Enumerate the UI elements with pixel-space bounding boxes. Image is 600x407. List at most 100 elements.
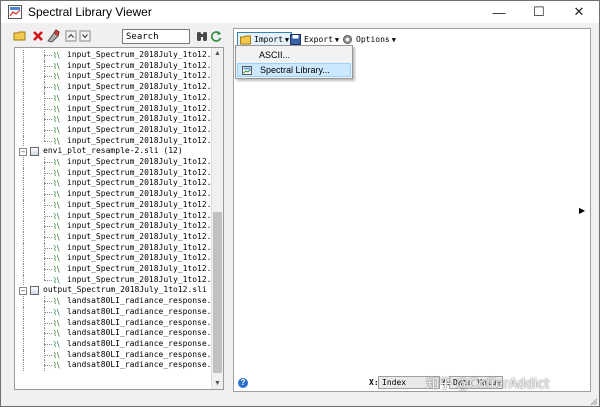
binoculars-icon[interactable] bbox=[195, 29, 209, 43]
tree-leaf-item[interactable]: ⌇\input_Spectrum_2018July_1to12.csv:C10 bbox=[15, 103, 223, 115]
tree-leaf-item[interactable]: ⌇\ input_Spectrum_2018July_1to12.csv:C8 bbox=[15, 82, 223, 93]
import-label: Import bbox=[254, 35, 283, 44]
search-input[interactable] bbox=[122, 29, 190, 44]
menu-item-ascii[interactable]: ASCII... bbox=[237, 48, 351, 62]
clear-icon[interactable] bbox=[46, 29, 60, 43]
tree-leaf-label: landsat80LI_radiance_response.csv:C5 bbox=[67, 328, 224, 338]
minimize-button[interactable]: — bbox=[479, 1, 519, 23]
tree-leaf-label: landsat80LI_radiance_response.csv:C7 bbox=[67, 349, 224, 359]
move-up-icon[interactable] bbox=[65, 29, 79, 43]
help-icon[interactable]: ? bbox=[238, 378, 248, 388]
tree-leaf-item[interactable]: ⌇\input_Spectrum_2018July_1to12.csv:C13 bbox=[15, 274, 223, 286]
tree-leaf-label: input_Spectrum_2018July_1to12.csv:C13 bbox=[67, 274, 223, 284]
spectrum-icon: ⌇\ bbox=[53, 361, 60, 371]
tree-leaf-item[interactable]: ⌇\ input_Spectrum_2018July_1to12.csv:C5 bbox=[15, 50, 223, 61]
close-icon: ✕ bbox=[573, 4, 585, 19]
tree-leaf-item[interactable]: ⌇\ landsat80LI_radiance_response.csv:C4 bbox=[15, 317, 223, 329]
tree-leaf-item[interactable]: ⌇\ input_Spectrum_2018July_1to12.csv:C6 bbox=[15, 60, 223, 72]
tree-leaf-label: input_Spectrum_2018July_1to12.csv:C12 bbox=[67, 124, 223, 134]
tree-leaf-label: input_Spectrum_2018July_1to12.csv:C13 bbox=[67, 135, 223, 145]
resize-grip-icon[interactable] bbox=[589, 397, 598, 406]
open-folder-icon[interactable] bbox=[13, 29, 27, 43]
tree-leaf-label: input_Spectrum_2018July_1to12.csv:C7 bbox=[67, 71, 224, 81]
tree-group-item[interactable]: − envi_plot_resample-2.sli (12) bbox=[15, 146, 211, 157]
tree-leaf-item[interactable]: ⌇\ landsat80LI_radiance_response.csv:C2 bbox=[15, 296, 223, 307]
tree-leaf-item[interactable]: ⌇\ landsat80LI_radiance_response.csv:C7 bbox=[15, 349, 223, 361]
close-button[interactable]: ✕ bbox=[559, 1, 599, 23]
tree-leaf-item[interactable]: ⌇\ input_Spectrum_2018July_1to12.csv:C7 bbox=[15, 210, 223, 222]
delete-icon[interactable] bbox=[31, 29, 45, 43]
tree-leaf-item[interactable]: ⌇\ landsat80LI_radiance_response.csv:C3 bbox=[15, 306, 223, 318]
chevron-down-icon: ▼ bbox=[284, 35, 290, 44]
chevron-down-icon: ▼ bbox=[334, 35, 340, 44]
tree-leaf-item[interactable]: ⌇\ input_Spectrum_2018July_1to12.csv:C9 bbox=[15, 231, 223, 243]
tree-leaf-label: input_Spectrum_2018July_1to12.csv:C2 bbox=[67, 157, 224, 166]
tree-group-item[interactable]: − output_Spectrum_2018July_1to12.sli (7) bbox=[15, 285, 223, 296]
tree-leaf-label: landsat80LI_radiance_response.csv:C6 bbox=[67, 338, 224, 348]
tree-leaf-item[interactable]: ⌇\ input_Spectrum_2018July_1to12.csv:C3 bbox=[15, 167, 223, 179]
refresh-icon[interactable] bbox=[209, 29, 223, 43]
tree-leaf-item[interactable]: ⌇\input_Spectrum_2018July_1to12.csv:C12 bbox=[15, 264, 223, 275]
tree-leaf-label: input_Spectrum_2018July_1to12.csv:C9 bbox=[67, 92, 224, 102]
tree-leaf-item[interactable]: ⌇\ input_Spectrum_2018July_1to12.csv:C2 bbox=[15, 157, 223, 168]
tree-leaf-label: input_Spectrum_2018July_1to12.csv:C8 bbox=[67, 82, 224, 92]
chevron-down-icon: ▼ bbox=[391, 35, 396, 44]
tree-leaf-label: input_Spectrum_2018July_1to12.csv:C9 bbox=[67, 231, 224, 241]
tree-leaf-label: input_Spectrum_2018July_1to12.csv:C10 bbox=[67, 103, 223, 113]
collapse-icon[interactable]: − bbox=[19, 287, 27, 296]
spectral-library-tree[interactable]: ⌇\ input_Spectrum_2018July_1to12.csv:C5 ⌇\… bbox=[14, 47, 224, 390]
library-file-icon bbox=[30, 147, 39, 157]
tree-leaf-label: input_Spectrum_2018July_1to12.csv:C8 bbox=[67, 221, 224, 231]
menu-item-label: Spectral Library... bbox=[260, 65, 330, 75]
tree-leaf-label: input_Spectrum_2018July_1to12.csv:C7 bbox=[67, 210, 224, 220]
watermark: 知乎 @CofferAddict bbox=[426, 377, 550, 392]
library-file-icon bbox=[30, 286, 39, 296]
import-folder-icon bbox=[240, 35, 251, 45]
tree-leaf-item[interactable]: ⌇\ landsat80LI_radiance_response.csv:C8 bbox=[15, 360, 223, 371]
tree-scrollbar[interactable]: ▲ ▼ bbox=[211, 48, 223, 389]
scroll-thumb[interactable] bbox=[213, 212, 222, 373]
tree-leaf-item[interactable]: ⌇\input_Spectrum_2018July_1to12.csv:C11 bbox=[15, 253, 223, 264]
tree-leaf-label: landsat80LI_radiance_response.csv:C2 bbox=[67, 296, 224, 306]
tree-leaf-label: landsat80LI_radiance_response.csv:C4 bbox=[67, 317, 224, 327]
tree-leaf-item[interactable]: ⌇\input_Spectrum_2018July_1to12.csv:C13 bbox=[15, 135, 223, 147]
spectral-library-icon bbox=[242, 66, 252, 75]
menu-item-label: ASCII... bbox=[259, 50, 291, 60]
tree-leaf-item[interactable]: ⌇\ input_Spectrum_2018July_1to12.csv:C5 bbox=[15, 189, 223, 200]
title-bar: Spectral Library Viewer — ☐ ✕ bbox=[1, 1, 599, 23]
tree-leaf-label: input_Spectrum_2018July_1to12.csv:C5 bbox=[67, 189, 224, 199]
export-label: Export bbox=[304, 35, 333, 44]
tree-leaf-item[interactable]: ⌇\ input_Spectrum_2018July_1to12.csv:C6 bbox=[15, 199, 223, 211]
minimize-icon: — bbox=[492, 4, 506, 20]
tree-leaf-item[interactable]: ⌇\ input_Spectrum_2018July_1to12.csv:C8 bbox=[15, 221, 223, 232]
tree-leaf-item[interactable]: ⌇\input_Spectrum_2018July_1to12.csv:C11 bbox=[15, 114, 223, 125]
move-down-icon[interactable] bbox=[79, 29, 93, 43]
tree-leaf-item[interactable]: ⌇\input_Spectrum_2018July_1to12.csv:C10 bbox=[15, 242, 223, 254]
tree-leaf-label: input_Spectrum_2018July_1to12.csv:C10 bbox=[67, 242, 223, 252]
plot-panel[interactable]: Import ▼ Export ▼ Options ▼ bbox=[233, 28, 591, 392]
tree-leaf-label: input_Spectrum_2018July_1to12.csv:C12 bbox=[67, 264, 223, 273]
tree-leaf-label: landsat80LI_radiance_response.csv:C3 bbox=[67, 306, 224, 316]
tree-leaf-item[interactable]: ⌇\ input_Spectrum_2018July_1to12.csv:C9 bbox=[15, 92, 223, 104]
maximize-button[interactable]: ☐ bbox=[519, 1, 559, 23]
tree-leaf-item[interactable]: ⌇\input_Spectrum_2018July_1to12.csv:C12 bbox=[15, 124, 223, 136]
save-disk-icon bbox=[290, 34, 301, 45]
tree-leaf-item[interactable]: ⌇\ landsat80LI_radiance_response.csv:C6 bbox=[15, 338, 223, 350]
tree-group-label: envi_plot_resample-2.sli (12) bbox=[43, 146, 183, 156]
window-title: Spectral Library Viewer bbox=[28, 5, 152, 19]
import-menu: ASCII... Spectral Library... bbox=[235, 45, 353, 79]
scroll-up-icon[interactable]: ▲ bbox=[212, 48, 223, 59]
tree-leaf-label: input_Spectrum_2018July_1to12.csv:C3 bbox=[67, 167, 224, 177]
tree-leaf-label: input_Spectrum_2018July_1to12.csv:C6 bbox=[67, 60, 224, 70]
maximize-icon: ☐ bbox=[533, 4, 545, 19]
scroll-down-icon[interactable]: ▼ bbox=[212, 378, 223, 389]
tree-leaf-label: input_Spectrum_2018July_1to12.csv:C11 bbox=[67, 114, 223, 124]
tree-leaf-item[interactable]: ⌇\ input_Spectrum_2018July_1to12.csv:C7 bbox=[15, 71, 223, 83]
panel-toggle-icon[interactable]: ▶ bbox=[579, 206, 585, 215]
menu-item-spectral-library[interactable]: Spectral Library... bbox=[237, 63, 351, 77]
tree-leaf-item[interactable]: ⌇\ landsat80LI_radiance_response.csv:C5 bbox=[15, 328, 223, 339]
tree-leaf-item[interactable]: ⌇\ input_Spectrum_2018July_1to12.csv:C4 bbox=[15, 178, 223, 190]
tree-leaf-label: input_Spectrum_2018July_1to12.csv:C11 bbox=[67, 253, 223, 263]
collapse-icon[interactable]: − bbox=[19, 148, 27, 157]
tree-leaf-label: input_Spectrum_2018July_1to12.csv:C5 bbox=[67, 50, 224, 59]
